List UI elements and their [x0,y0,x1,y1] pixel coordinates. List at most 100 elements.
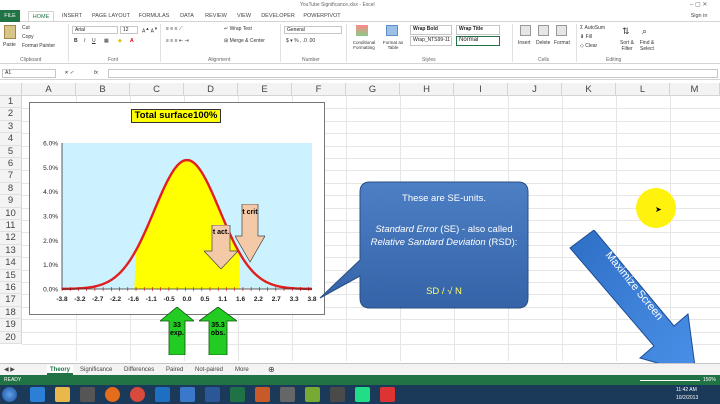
paste-icon[interactable] [4,25,16,39]
row-header[interactable]: 6 [0,158,22,171]
chart-area[interactable]: 0.0% 1.0% 2.0% 3.0% 4.0% 5.0% 6.0% -3.8 -3.2 -2.… [29,102,325,315]
app-icon[interactable] [280,387,295,402]
row-header[interactable]: 8 [0,182,22,196]
number-format-select[interactable]: General [284,26,342,34]
insert-cells-button[interactable]: Insert [518,40,531,46]
add-sheet-icon[interactable]: ⊕ [268,365,275,375]
column-header[interactable]: M [670,83,720,96]
sort-filter-button[interactable]: Sort & Filter [618,40,636,52]
sheet-tab-more[interactable]: More [235,365,249,375]
column-header[interactable]: C [130,83,184,96]
ie-icon[interactable] [30,387,45,402]
align-top-icons[interactable]: ≡ ≡ ≡ ⟋ [166,26,182,32]
format-as-table-button[interactable]: Format as Table [380,40,406,50]
row-header[interactable]: 10 [0,207,22,220]
tab-home[interactable]: HOME [28,11,54,21]
conditional-formatting-button[interactable]: Conditional Formatting [349,40,379,50]
tab-view[interactable]: VIEW [234,11,254,21]
column-header[interactable]: E [238,83,292,96]
row-header[interactable]: 18 [0,306,22,320]
clear-button[interactable]: ◇ Clear [580,43,597,49]
find-select-button[interactable]: Find & Select [638,40,656,52]
column-header[interactable]: K [562,83,616,96]
select-all-corner[interactable] [0,83,22,96]
cut-button[interactable]: Cut [22,25,30,31]
firefox-icon[interactable] [105,387,120,402]
row-header[interactable]: 9 [0,195,22,208]
underline-button[interactable]: U [92,38,96,44]
app4-icon[interactable] [355,387,370,402]
sheet-tab-differences[interactable]: Differences [124,365,154,375]
tab-file[interactable]: FILE [0,10,20,22]
insert-cells-icon[interactable] [520,25,531,36]
name-box[interactable]: A1 [2,69,56,78]
sheet-tab-not-paired[interactable]: Not-paired [195,365,223,375]
format-painter-button[interactable]: Format Painter [22,43,55,49]
skype-icon[interactable] [180,387,195,402]
row-header[interactable]: 15 [0,269,22,282]
sign-in-link[interactable]: Sign in [684,11,714,21]
delete-cells-button[interactable]: Delete [536,40,550,46]
row-header[interactable]: 5 [0,145,22,158]
row-header[interactable]: 11 [0,220,22,233]
app3-icon[interactable] [330,387,345,402]
wrap-text-button[interactable]: ↵ Wrap Text [224,26,252,32]
row-header[interactable]: 16 [0,282,22,295]
row-header[interactable]: 20 [0,331,22,344]
app2-icon[interactable] [305,387,320,402]
column-header[interactable]: B [76,83,130,96]
clock-time[interactable]: 11:42 AM [676,387,697,393]
column-header[interactable]: G [346,83,400,96]
row-header[interactable]: 1 [0,96,22,109]
sheet-tab-paired[interactable]: Paired [166,365,183,375]
row-header[interactable]: 13 [0,244,22,258]
column-header[interactable]: D [184,83,238,96]
row-header[interactable]: 17 [0,294,22,307]
clock-date[interactable]: 10/2/2013 [676,395,698,401]
style-wrap-bold[interactable]: Wrap Bold [410,25,452,35]
row-header[interactable]: 14 [0,257,22,270]
tab-powerpivot[interactable]: POWERPIVOT [302,11,342,21]
italic-button[interactable]: I [84,38,85,44]
borders-icon[interactable]: ▦ [104,38,109,44]
bold-button[interactable]: B [74,38,78,44]
powerpoint-icon[interactable] [255,387,270,402]
style-wrap-title[interactable]: Wrap Title [456,25,500,35]
start-button-icon[interactable] [2,387,17,402]
column-header[interactable]: A [22,83,76,96]
chrome-icon[interactable] [130,387,145,402]
tab-data[interactable]: DATA [176,11,198,21]
fill-button[interactable]: ⬇ Fill [580,34,592,40]
explorer-icon[interactable] [55,387,70,402]
fx-button[interactable]: fx [94,70,98,76]
sheet-tab-significance[interactable]: Significance [80,365,112,375]
style-normal[interactable]: Normal [456,36,500,46]
excel-icon[interactable] [230,387,245,402]
column-header[interactable]: L [616,83,670,96]
row-header[interactable]: 12 [0,232,22,245]
copy-button[interactable]: Copy [22,34,34,40]
row-header[interactable]: 19 [0,319,22,332]
media-icon[interactable] [80,387,95,402]
merge-center-button[interactable]: ⊞ Merge & Center [224,38,265,44]
format-cells-icon[interactable] [556,25,567,36]
zoom-level[interactable]: 150% [703,375,716,385]
window-controls[interactable]: – ▢ ✕ [690,1,707,8]
column-header[interactable]: F [292,83,346,96]
cancel-icon[interactable]: ✕ ✓ [64,70,74,76]
conditional-formatting-icon[interactable] [356,25,368,36]
row-header[interactable]: 7 [0,170,22,183]
column-header[interactable]: I [454,83,508,96]
tab-formulas[interactable]: FORMULAS [136,11,172,21]
font-grow-shrink-icon[interactable]: A▲ A▼ [142,26,158,35]
sheet-tab-theory[interactable]: Theory [47,365,73,375]
row-header[interactable]: 4 [0,133,22,146]
formula-input[interactable] [108,69,718,78]
autosum-button[interactable]: Σ AutoSum [580,25,605,31]
delete-cells-icon[interactable] [538,25,549,36]
align-left-icons[interactable]: ≡ ≡ ≡ ⇤ ⇥ [166,38,189,44]
column-header[interactable]: H [400,83,454,96]
app5-icon[interactable] [380,387,395,402]
sheet-nav-icon[interactable]: ◀ ▶ [4,365,15,375]
zoom-slider[interactable] [640,380,700,381]
